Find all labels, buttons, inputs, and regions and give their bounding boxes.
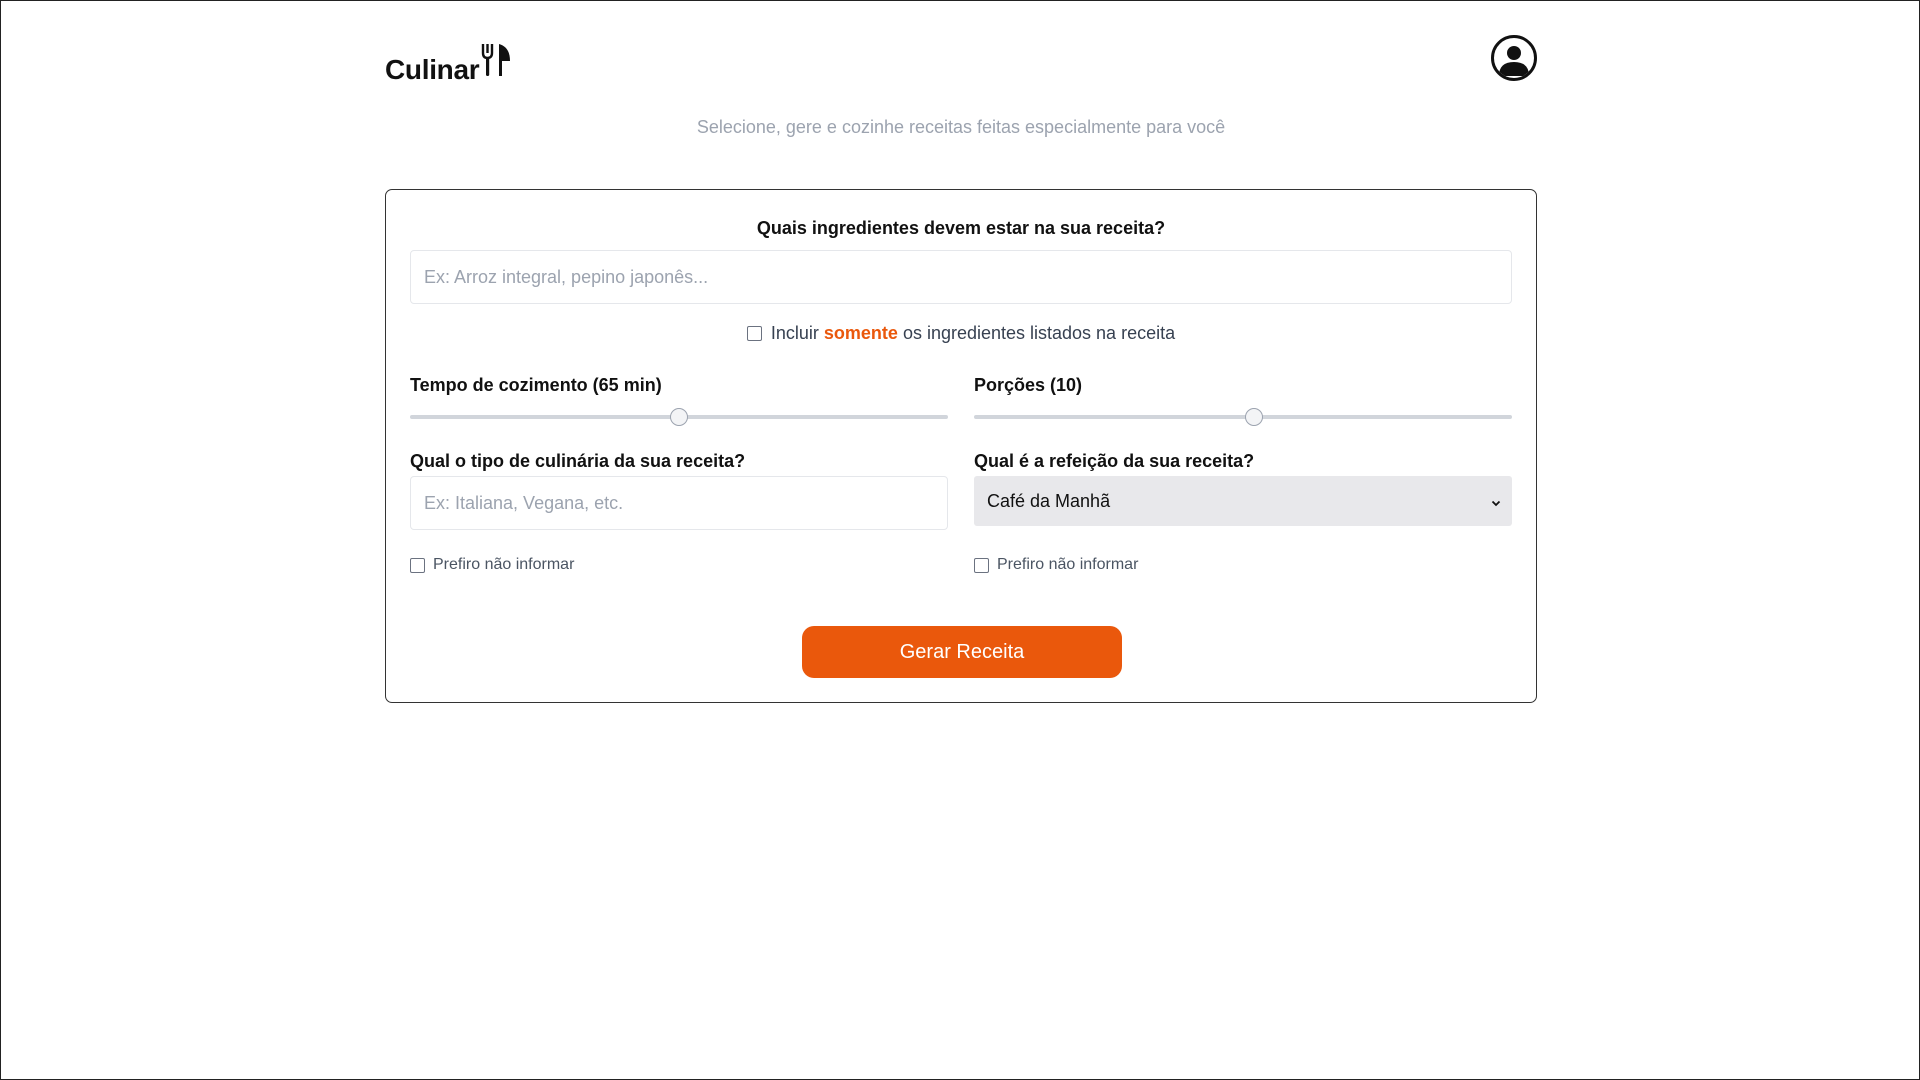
ingredients-question: Quais ingredientes devem estar na sua re… bbox=[756, 218, 1166, 238]
cuisine-input[interactable] bbox=[410, 476, 948, 530]
meal-label: Qual é a refeição da sua receita? bbox=[974, 451, 1255, 471]
only-ingredients-option: Incluir somente os ingredientes listados… bbox=[386, 323, 1536, 344]
header: Culinar bbox=[385, 35, 1537, 85]
meal-prefer-not-checkbox[interactable] bbox=[974, 557, 989, 573]
servings-slider[interactable] bbox=[974, 408, 1512, 426]
utensils-icon bbox=[481, 43, 511, 82]
chevron-down-icon bbox=[1490, 493, 1502, 514]
meal-select-value: Café da Manhã bbox=[987, 490, 1111, 511]
cuisine-prefer-not-label: Prefiro não informar bbox=[433, 556, 575, 573]
servings-slider-thumb[interactable] bbox=[1244, 408, 1263, 426]
cook-time-slider[interactable] bbox=[410, 408, 948, 426]
servings-label: Porções (10) bbox=[974, 375, 1083, 395]
recipe-form-card: Quais ingredientes devem estar na sua re… bbox=[385, 189, 1537, 703]
cook-time-label: Tempo de cozimento (65 min) bbox=[410, 375, 662, 395]
cuisine-prefer-not-option: Prefiro não informar bbox=[410, 556, 574, 574]
only-ingredients-highlight: somente bbox=[823, 323, 898, 343]
page-frame: Culinar Selecione, gere e cozinhe receit… bbox=[0, 0, 1920, 1080]
page-subtitle: Selecione, gere e cozinhe receitas feita… bbox=[696, 117, 1226, 137]
only-ingredients-suffix: os ingredientes listados na receita bbox=[902, 323, 1176, 343]
cuisine-prefer-not-checkbox[interactable] bbox=[410, 557, 425, 573]
logo[interactable]: Culinar bbox=[385, 43, 511, 84]
only-ingredients-checkbox[interactable] bbox=[746, 326, 762, 341]
only-ingredients-prefix: Incluir bbox=[770, 323, 819, 343]
meal-prefer-not-label: Prefiro não informar bbox=[997, 556, 1139, 573]
logo-text: Culinar bbox=[385, 54, 480, 85]
cuisine-label: Qual o tipo de culinária da sua receita? bbox=[410, 451, 746, 471]
meal-prefer-not-option: Prefiro não informar bbox=[974, 556, 1138, 574]
cook-time-slider-thumb[interactable] bbox=[670, 408, 688, 426]
generate-recipe-button[interactable]: Gerar Receita bbox=[802, 626, 1122, 678]
meal-select[interactable]: Café da Manhã bbox=[974, 476, 1512, 526]
user-circle-icon[interactable] bbox=[1491, 35, 1537, 81]
ingredients-input[interactable] bbox=[410, 250, 1512, 304]
